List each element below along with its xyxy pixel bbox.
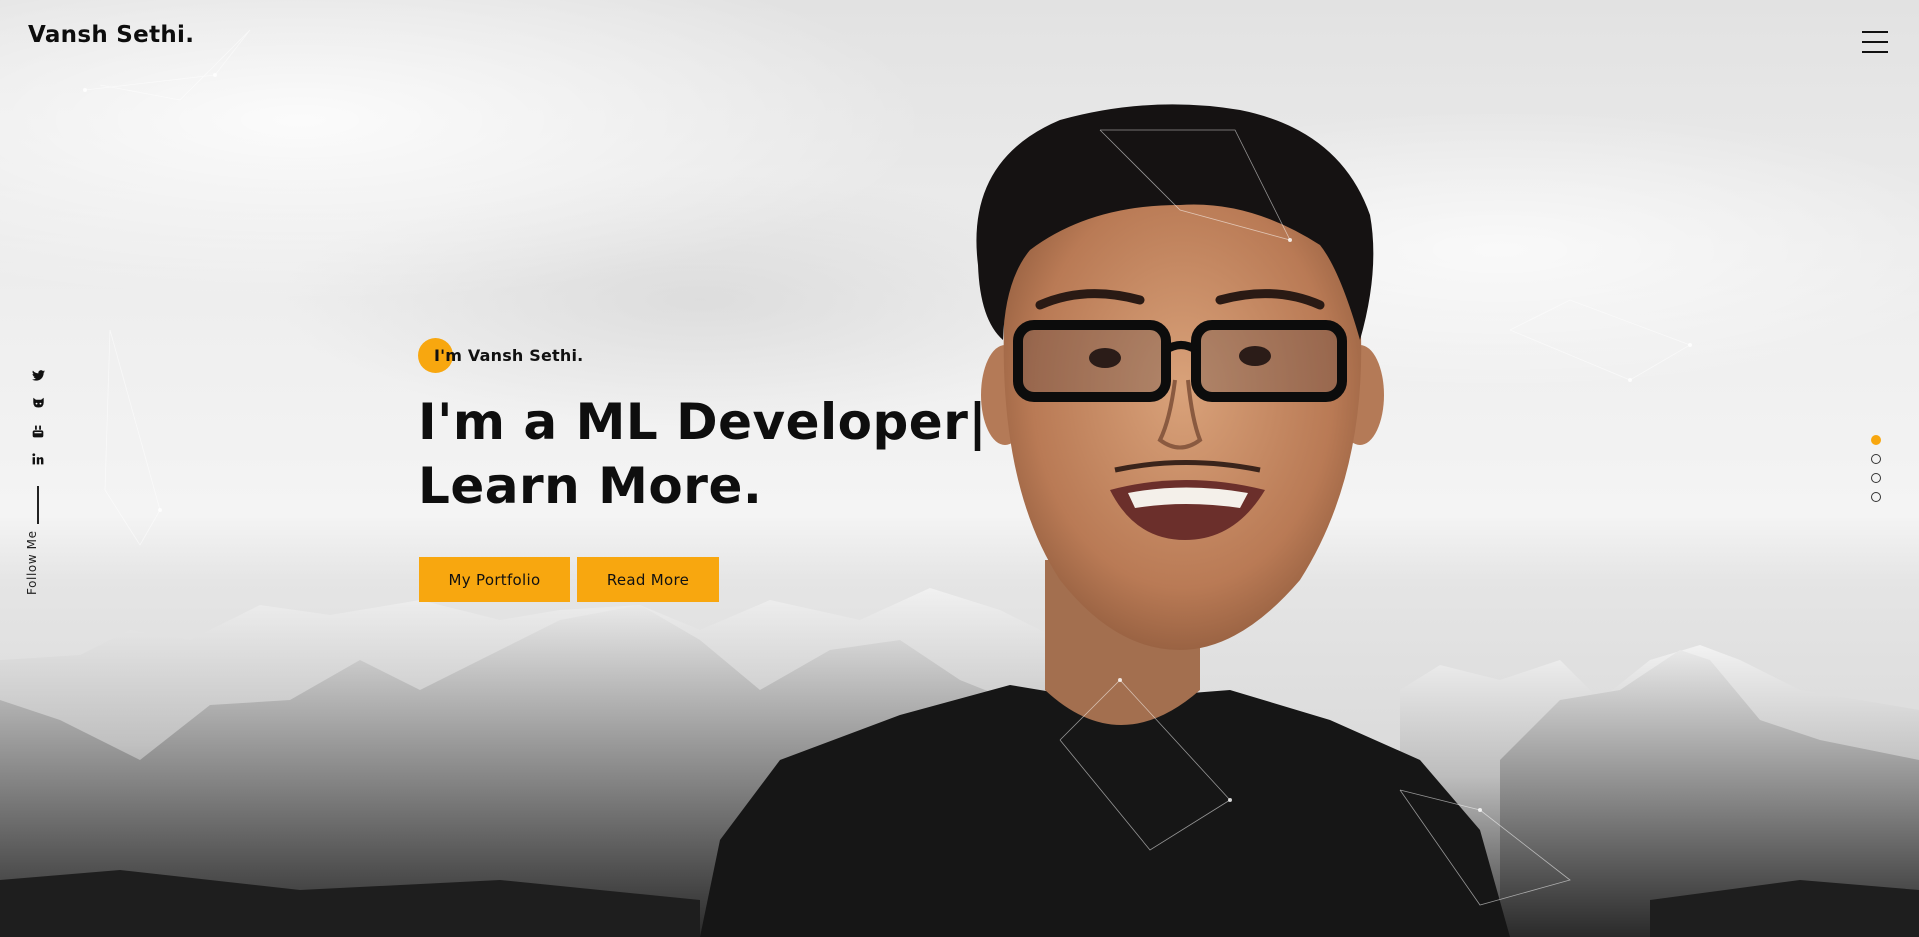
site-logo[interactable]: Vansh Sethi. <box>28 22 194 48</box>
pager-dot-2[interactable] <box>1871 454 1881 464</box>
linkedin-icon[interactable] <box>31 452 45 466</box>
pager-dot-3[interactable] <box>1871 473 1881 483</box>
twitter-icon[interactable] <box>31 368 45 382</box>
follow-me-label: Follow Me <box>25 530 39 595</box>
menu-bar <box>1862 51 1888 53</box>
headline-line-1: I'm a ML Developer| <box>418 393 988 451</box>
divider-line <box>37 486 39 524</box>
read-more-button[interactable]: Read More <box>577 557 719 602</box>
hero-section: Vansh Sethi. Follow Me I'm Vansh Sethi. … <box>0 0 1919 937</box>
hero-headline: I'm a ML Developer| Learn More. <box>418 390 987 518</box>
menu-bar <box>1862 41 1888 43</box>
hamburger-menu-icon[interactable] <box>1862 31 1888 53</box>
social-links <box>28 368 48 524</box>
my-portfolio-button[interactable]: My Portfolio <box>419 557 570 602</box>
pager-dot-1[interactable] <box>1871 435 1881 445</box>
intro-text: I'm Vansh Sethi. <box>434 346 584 365</box>
github-icon[interactable] <box>31 396 45 410</box>
hero-buttons: My Portfolio Read More <box>419 557 719 602</box>
intro: I'm Vansh Sethi. <box>418 338 583 373</box>
slide-pagination <box>1871 435 1881 502</box>
youtube-icon[interactable] <box>31 424 45 438</box>
menu-bar <box>1862 31 1888 33</box>
headline-line-2: Learn More. <box>418 457 763 515</box>
pager-dot-4[interactable] <box>1871 492 1881 502</box>
